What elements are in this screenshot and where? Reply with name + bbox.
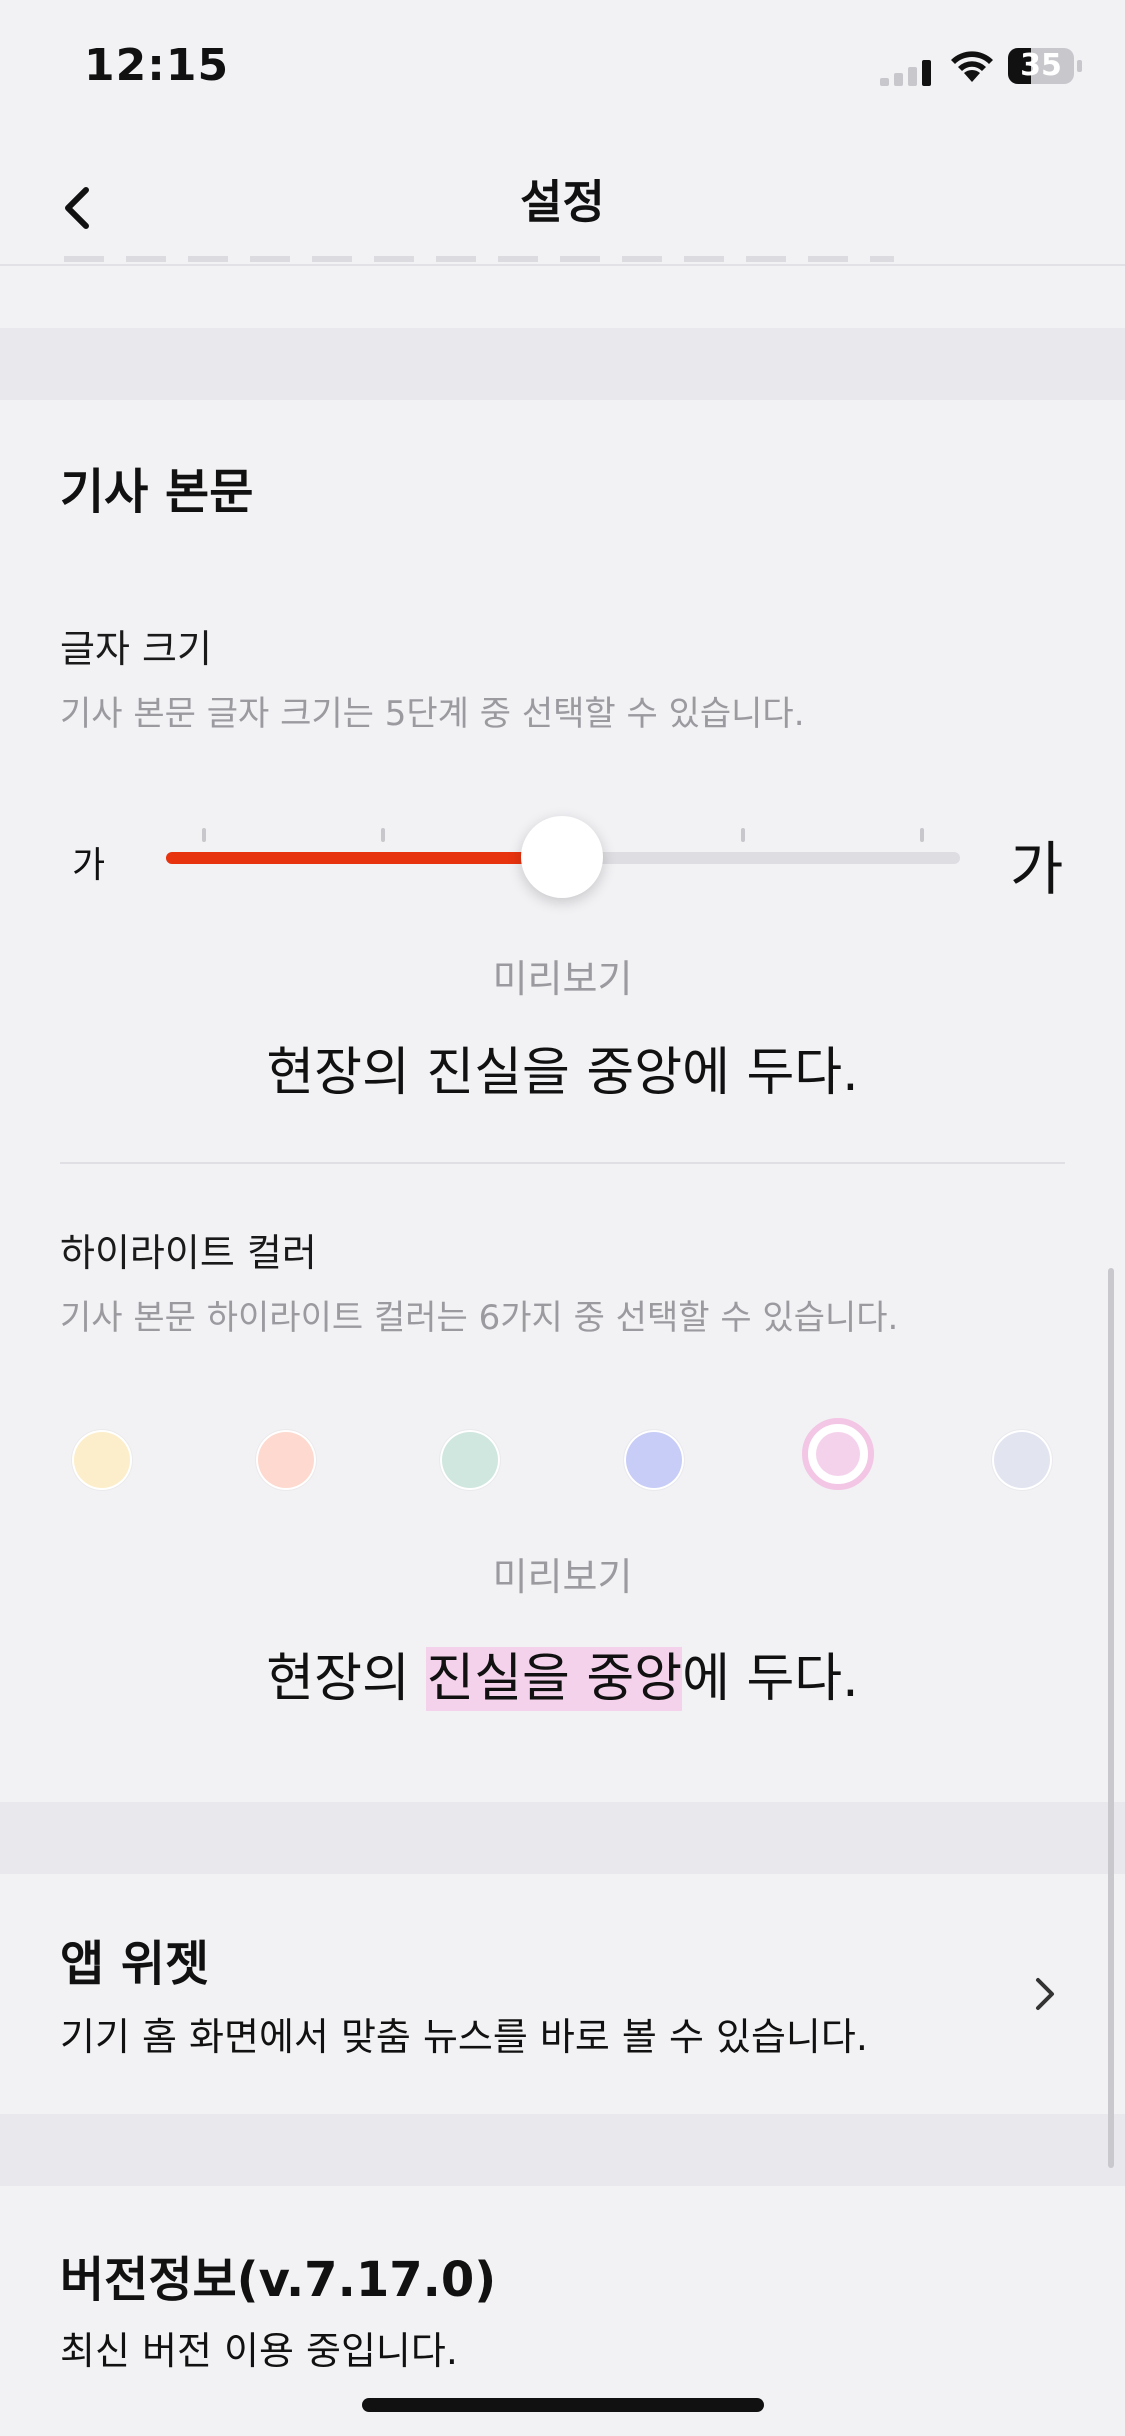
highlight-color-swatch[interactable] — [992, 1430, 1052, 1490]
preview-text-after: 에 두다. — [682, 1649, 859, 1709]
slider-tick — [920, 828, 924, 842]
wifi-icon — [951, 51, 993, 82]
article-section-title: 기사 본문 — [60, 464, 254, 520]
status-time: 12:15 — [84, 40, 230, 91]
highlight-preview-text: 현장의 진실을 중앙에 두다. — [0, 1636, 1125, 1711]
font-size-description: 기사 본문 글자 크기는 5단계 중 선택할 수 있습니다. — [60, 694, 805, 734]
version-description: 최신 버전 이용 중입니다. — [60, 2329, 458, 2373]
battery-icon: 35 — [1008, 48, 1082, 84]
font-size-preview-label: 미리보기 — [492, 957, 633, 1001]
app-widget-title: 앱 위젯 — [60, 1936, 210, 1992]
highlight-color-swatch[interactable] — [72, 1430, 132, 1490]
slider-tick — [202, 828, 206, 842]
font-size-small-glyph: 가 — [72, 845, 106, 886]
divider — [60, 1162, 1065, 1164]
section-separator — [0, 2114, 1125, 2186]
scrolled-content-remnant — [64, 256, 894, 262]
cellular-signal-icon — [880, 60, 931, 86]
chevron-right-icon — [1036, 1978, 1054, 2010]
highlight-color-swatch[interactable] — [624, 1430, 684, 1490]
preview-text-highlighted: 진실을 중앙 — [426, 1647, 683, 1711]
highlight-color-swatch[interactable] — [440, 1430, 500, 1490]
version-title: 버전정보(v.7.17.0) — [60, 2252, 497, 2308]
font-size-slider-thumb[interactable] — [521, 816, 603, 898]
header-divider — [0, 264, 1125, 266]
font-size-slider-fill — [166, 852, 562, 864]
font-size-label: 글자 크기 — [60, 627, 212, 671]
highlight-color-swatch[interactable] — [802, 1418, 874, 1490]
battery-percent: 35 — [1020, 48, 1062, 83]
highlight-preview-label: 미리보기 — [492, 1555, 633, 1599]
highlight-color-label: 하이라이트 컬러 — [60, 1231, 317, 1275]
highlight-color-swatch[interactable] — [256, 1430, 316, 1490]
slider-tick — [381, 828, 385, 842]
highlight-color-description: 기사 본문 하이라이트 컬러는 6가지 중 선택할 수 있습니다. — [60, 1298, 899, 1338]
app-widget-description: 기기 홈 화면에서 맞춤 뉴스를 바로 볼 수 있습니다. — [60, 2015, 868, 2059]
section-separator — [0, 1802, 1125, 1874]
preview-text-before: 현장의 — [266, 1649, 427, 1709]
scrollbar[interactable] — [1108, 1268, 1114, 2168]
font-size-large-glyph: 가 — [1010, 835, 1064, 903]
slider-tick — [741, 828, 745, 842]
home-indicator — [362, 2398, 764, 2412]
page-title: 설정 — [520, 175, 605, 229]
font-size-preview-text: 현장의 진실을 중앙에 두다. — [266, 1043, 859, 1103]
app-widget-row[interactable]: 앱 위젯 기기 홈 화면에서 맞춤 뉴스를 바로 볼 수 있습니다. — [0, 1874, 1125, 2114]
section-separator — [0, 328, 1125, 400]
